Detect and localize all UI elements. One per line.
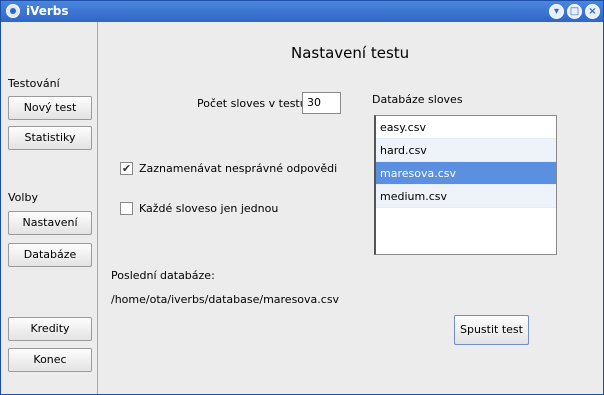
list-item[interactable]: easy.csv xyxy=(376,116,556,139)
last-db-path: /home/ota/iverbs/database/maresova.csv xyxy=(111,293,340,306)
close-icon[interactable]: × xyxy=(585,4,600,19)
each-once-label: Každé sloveso jen jednou xyxy=(139,202,279,215)
list-item[interactable]: maresova.csv xyxy=(376,162,556,185)
record-wrong-checkbox[interactable]: ✔ xyxy=(120,162,133,175)
start-test-button[interactable]: Spustit test xyxy=(454,315,529,345)
verb-count-label: Počet sloves v testu: xyxy=(197,97,311,110)
verb-count-input[interactable]: 30 xyxy=(302,92,341,114)
main-panel: Nastavení testu Počet sloves v testu: 30… xyxy=(99,22,603,394)
record-wrong-label: Zaznamenávat nesprávné odpovědi xyxy=(139,162,338,175)
section-options-label: Volby xyxy=(8,191,38,204)
new-test-button[interactable]: Nový test xyxy=(8,96,92,120)
each-once-checkbox[interactable] xyxy=(120,202,133,215)
settings-button[interactable]: Nastavení xyxy=(8,211,92,235)
app-window: iVerbs ▾ □ × Testování Nový test Statist… xyxy=(0,0,604,395)
database-list[interactable]: easy.csv hard.csv maresova.csv medium.cs… xyxy=(374,115,557,255)
sidebar: Testování Nový test Statistiky Volby Nas… xyxy=(1,22,98,394)
window-title: iVerbs xyxy=(26,4,69,18)
last-db-label: Poslední databáze: xyxy=(111,269,215,282)
list-item[interactable]: hard.csv xyxy=(376,139,556,162)
title-bar[interactable]: iVerbs ▾ □ × xyxy=(1,1,603,22)
section-testing-label: Testování xyxy=(8,77,60,90)
app-logo-icon xyxy=(6,4,20,18)
statistics-button[interactable]: Statistiky xyxy=(8,126,92,150)
credits-button[interactable]: Kredity xyxy=(8,317,92,341)
help-icon[interactable]: ▾ xyxy=(549,4,564,19)
list-item[interactable]: medium.csv xyxy=(376,185,556,208)
quit-button[interactable]: Konec xyxy=(8,348,92,372)
database-button[interactable]: Databáze xyxy=(8,243,92,267)
db-list-title: Databáze sloves xyxy=(372,93,463,106)
page-title: Nastavení testu xyxy=(291,44,410,62)
maximize-icon[interactable]: □ xyxy=(567,4,582,19)
